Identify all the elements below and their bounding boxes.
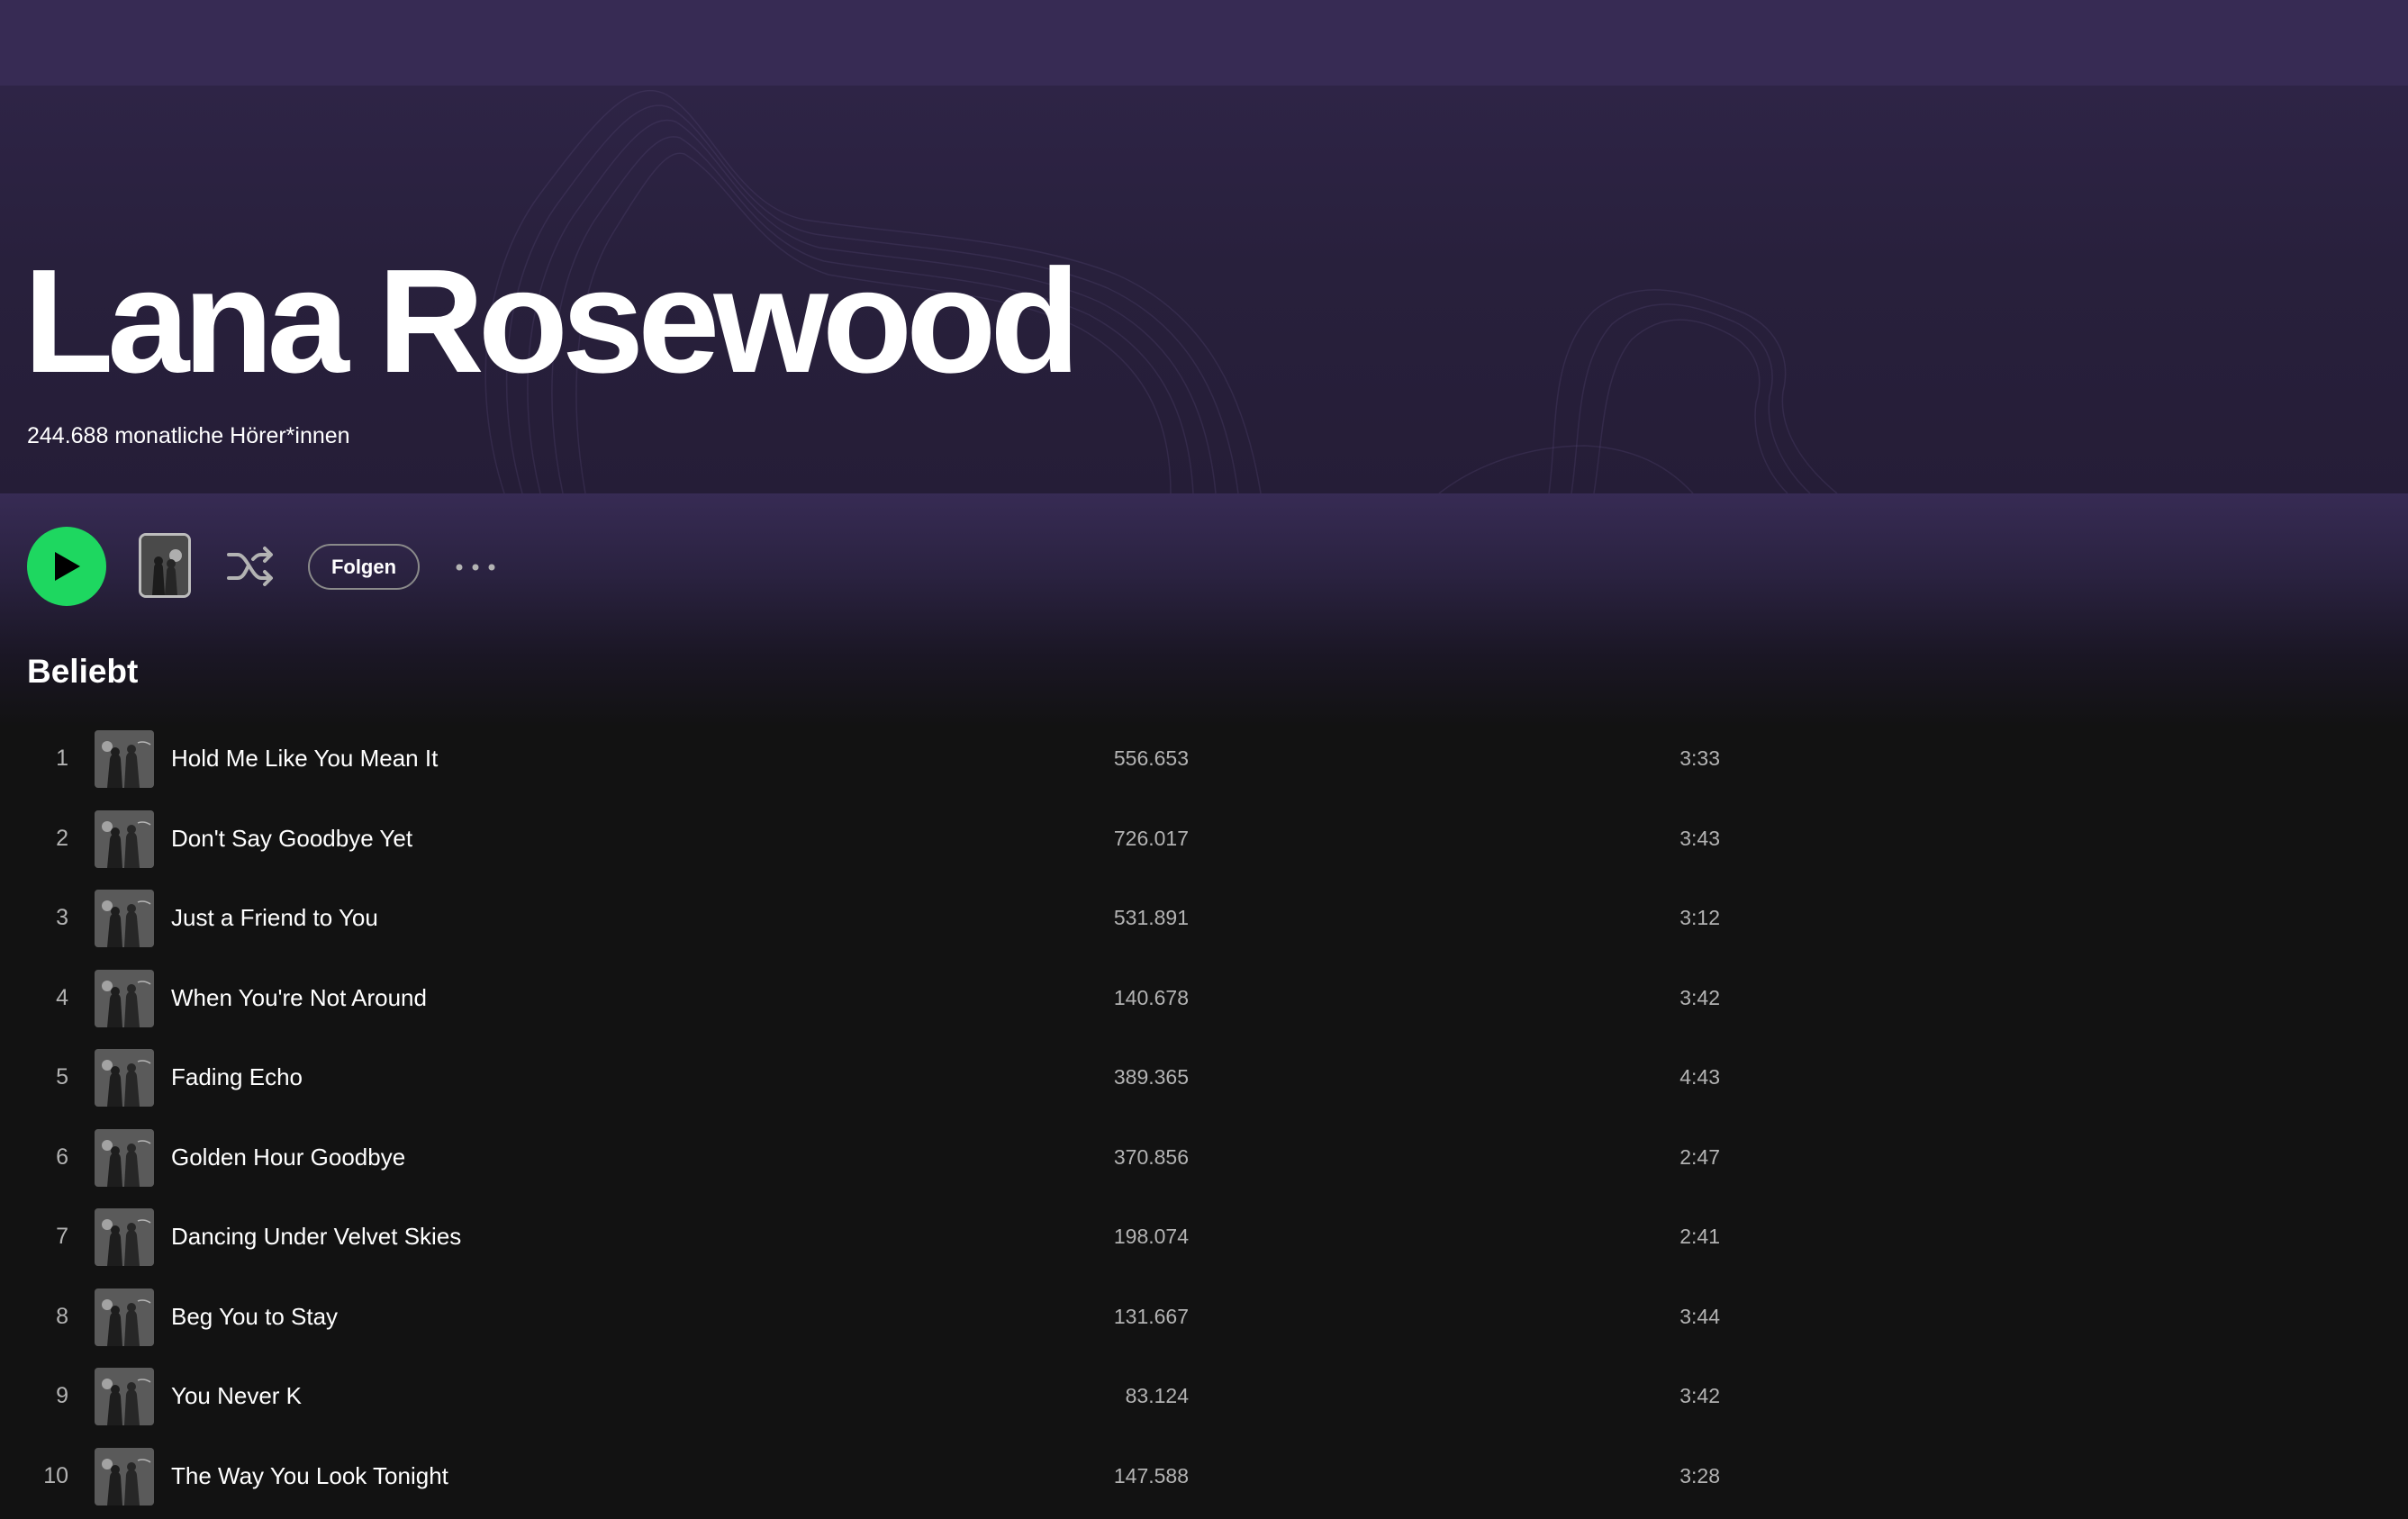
track-row[interactable]: 3 Just a Friend to You 531.891 3:12	[0, 878, 1765, 958]
track-play-count: 556.653	[1113, 746, 1189, 770]
track-cover-image	[95, 1049, 154, 1107]
track-play-count: 140.678	[1113, 985, 1189, 1009]
track-play-count: 147.588	[1113, 1463, 1189, 1487]
track-duration: 4:43	[1679, 1065, 1720, 1089]
track-row[interactable]: 2 Don't Say Goodbye Yet 726.017 3:43	[0, 799, 1765, 879]
track-cover-image	[95, 1208, 154, 1266]
track-play-count: 389.365	[1113, 1065, 1189, 1089]
track-play-count: 198.074	[1113, 1225, 1189, 1248]
track-row[interactable]: 4 When You're Not Around 140.678 3:42	[0, 958, 1765, 1038]
track-number: 10	[43, 1462, 68, 1488]
track-row[interactable]: 6 Golden Hour Goodbye 370.856 2:47	[0, 1117, 1765, 1198]
track-duration: 2:47	[1679, 1144, 1720, 1169]
action-bar-background	[0, 493, 2408, 728]
track-title[interactable]: When You're Not Around	[171, 958, 427, 1038]
track-row[interactable]: 10 The Way You Look Tonight 147.588 3:28	[0, 1436, 1765, 1516]
track-title[interactable]: Dancing Under Velvet Skies	[171, 1197, 461, 1277]
follow-button[interactable]: Folgen	[308, 544, 420, 590]
more-horizontal-icon	[456, 564, 495, 571]
track-play-count: 531.891	[1113, 906, 1189, 929]
track-row[interactable]: 8 Beg You to Stay 131.667 3:44	[0, 1277, 1765, 1357]
popular-track-list: 1 Hold Me Like You Mean It 556.653 3:33 2 Don…	[0, 719, 1765, 1515]
track-title[interactable]: Golden Hour Goodbye	[171, 1117, 405, 1198]
track-number: 3	[56, 905, 68, 930]
album-art-icon	[141, 536, 188, 595]
track-title[interactable]: Hold Me Like You Mean It	[171, 719, 438, 799]
track-cover-image	[95, 1447, 154, 1505]
track-title[interactable]: You Never K	[171, 1356, 302, 1436]
section-title-popular: Beliebt	[27, 653, 139, 690]
play-button[interactable]	[27, 527, 106, 606]
track-duration: 3:44	[1679, 1304, 1720, 1328]
track-number: 1	[56, 746, 68, 771]
track-row[interactable]: 1 Hold Me Like You Mean It 556.653 3:33	[0, 719, 1765, 799]
top-bar	[0, 0, 2408, 86]
track-duration: 3:42	[1679, 1384, 1720, 1407]
track-duration: 3:33	[1679, 746, 1720, 770]
track-cover-image	[95, 809, 154, 868]
play-icon	[55, 552, 80, 581]
monthly-listeners: 244.688 monatliche Hörer*innen	[27, 423, 350, 448]
track-duration: 3:42	[1679, 985, 1720, 1009]
track-play-count: 726.017	[1113, 826, 1189, 850]
track-duration: 3:43	[1679, 826, 1720, 850]
track-play-count: 131.667	[1113, 1304, 1189, 1328]
shuffle-button[interactable]	[225, 544, 276, 589]
track-play-count: 83.124	[1125, 1384, 1189, 1407]
track-number: 5	[56, 1064, 68, 1090]
track-title[interactable]: Just a Friend to You	[171, 878, 378, 958]
track-number: 2	[56, 825, 68, 851]
track-number: 4	[56, 984, 68, 1010]
track-cover-image	[95, 969, 154, 1027]
track-duration: 3:28	[1679, 1463, 1720, 1487]
shuffle-icon	[227, 547, 273, 586]
track-number: 9	[56, 1383, 68, 1408]
track-cover-image	[95, 1288, 154, 1346]
track-cover-image	[95, 1368, 154, 1425]
track-number: 7	[56, 1224, 68, 1249]
track-title[interactable]: Fading Echo	[171, 1037, 303, 1117]
track-duration: 2:41	[1679, 1225, 1720, 1248]
preview-thumbnail[interactable]	[139, 533, 191, 598]
track-duration: 3:12	[1679, 906, 1720, 929]
track-cover-image	[95, 890, 154, 947]
track-number: 8	[56, 1303, 68, 1329]
track-title[interactable]: Don't Say Goodbye Yet	[171, 799, 412, 879]
more-options-button[interactable]	[450, 549, 501, 585]
track-number: 6	[56, 1144, 68, 1170]
track-row[interactable]: 5 Fading Echo 389.365 4:43	[0, 1037, 1765, 1117]
track-play-count: 370.856	[1113, 1144, 1189, 1169]
track-row[interactable]: 9 You Never K 83.124 3:42	[0, 1356, 1765, 1436]
track-title[interactable]: The Way You Look Tonight	[171, 1436, 448, 1516]
artist-hero: Lana Rosewood 244.688 monatliche Hörer*i…	[0, 86, 2408, 493]
artist-name: Lana Rosewood	[23, 239, 1080, 403]
track-title[interactable]: Beg You to Stay	[171, 1277, 338, 1357]
artist-page: Lana Rosewood 244.688 monatliche Hörer*i…	[0, 0, 2408, 1519]
track-cover-image	[95, 730, 154, 788]
track-cover-image	[95, 1128, 154, 1187]
track-row[interactable]: 7 Dancing Under Velvet Skies 198.074 2:41	[0, 1197, 1765, 1277]
